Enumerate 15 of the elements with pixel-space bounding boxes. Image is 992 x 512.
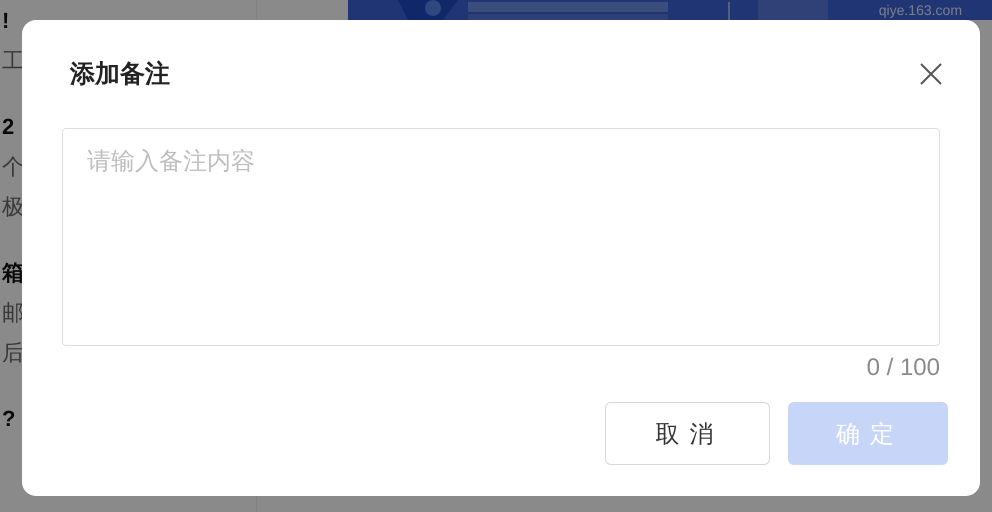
list-text: 后 [2, 339, 24, 367]
cancel-button[interactable]: 取消 [605, 402, 770, 465]
list-text: ? [2, 405, 16, 433]
domain-text: qiye.163.com [878, 2, 962, 18]
list-text: 个 [2, 153, 24, 181]
list-text: 邮 [2, 299, 24, 327]
list-text: 2 [2, 113, 14, 141]
list-text: 工 [2, 47, 24, 75]
list-text: 箱 [2, 259, 24, 287]
note-field[interactable]: 请输入备注内容 [62, 128, 940, 346]
close-icon [920, 63, 942, 85]
list-text: 极 [2, 193, 24, 221]
character-counter: 0 / 100 [866, 354, 940, 382]
dialog-title: 添加备注 [70, 59, 170, 90]
list-text: ! [2, 7, 10, 35]
